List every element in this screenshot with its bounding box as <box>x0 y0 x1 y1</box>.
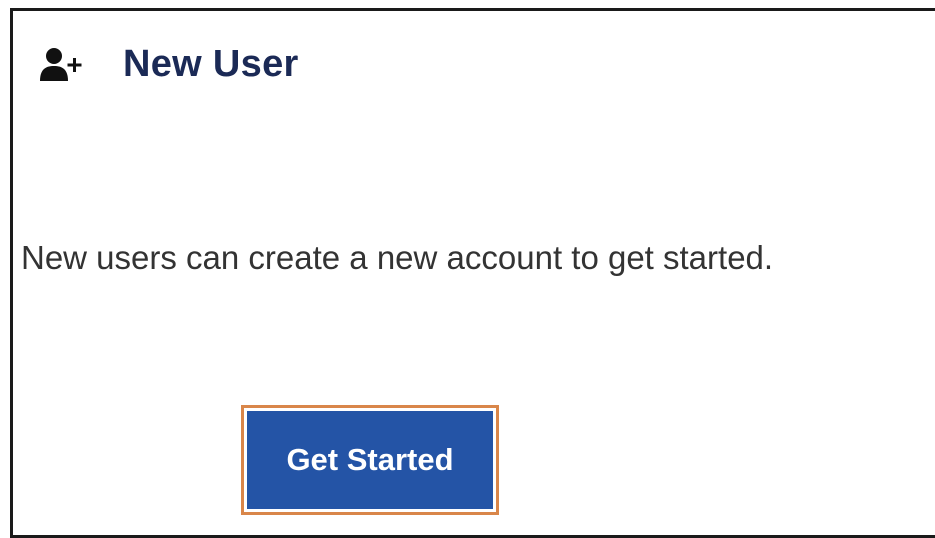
card-header: New User <box>39 43 299 86</box>
card-description: New users can create a new account to ge… <box>21 239 774 276</box>
add-user-icon <box>39 47 85 83</box>
focus-ring: Get Started <box>241 405 499 515</box>
get-started-button[interactable]: Get Started <box>247 411 493 509</box>
new-user-card: New User New users can create a new acco… <box>10 8 935 538</box>
card-title: New User <box>123 43 299 85</box>
